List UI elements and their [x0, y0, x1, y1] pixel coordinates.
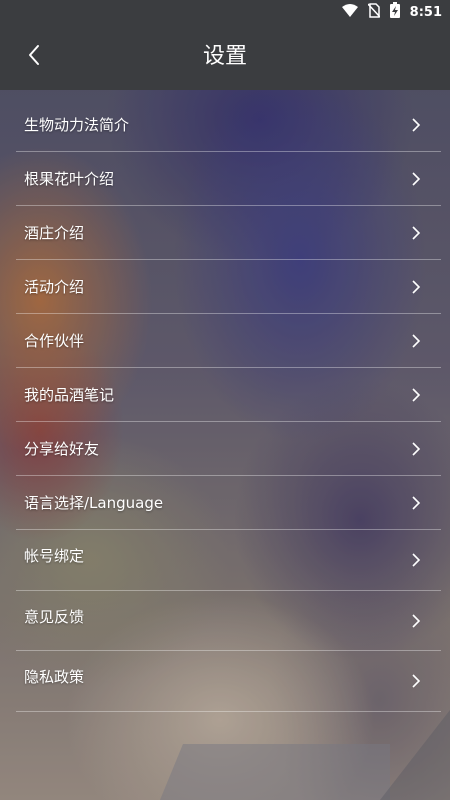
chevron-right-icon [412, 118, 421, 132]
chevron-right-icon [412, 172, 421, 186]
menu-item-label: 分享给好友 [24, 440, 100, 458]
menu-item-biodynamic-intro[interactable]: 生物动力法简介 [16, 98, 441, 152]
status-time: 8:51 [409, 4, 442, 20]
no-sim-icon [367, 2, 381, 22]
page-title: 设置 [202, 44, 247, 69]
menu-item-root-fruit-flower-leaf[interactable]: 根果花叶介绍 [16, 152, 441, 206]
menu-item-label: 根果花叶介绍 [24, 170, 115, 188]
menu-item-partners[interactable]: 合作伙伴 [16, 314, 441, 368]
menu-item-label: 合作伙伴 [24, 332, 85, 350]
menu-item-label: 语言选择/Language [24, 494, 164, 512]
menu-item-language[interactable]: 语言选择/Language [16, 476, 441, 530]
menu-item-label: 我的品酒笔记 [24, 386, 115, 404]
menu-item-tasting-notes[interactable]: 我的品酒笔记 [16, 368, 441, 422]
chevron-left-icon [27, 44, 41, 70]
menu-item-account-binding[interactable]: 帐号绑定 [16, 530, 441, 591]
menu-item-label: 酒庄介绍 [24, 224, 85, 242]
settings-screen: 8:51 设置 生物动力法简介 根果花叶介绍 酒庄介绍 活动介绍 合作伙伴 我的… [0, 0, 450, 800]
chevron-right-icon [412, 334, 421, 348]
menu-item-label: 生物动力法简介 [24, 116, 130, 134]
menu-item-winery-intro[interactable]: 酒庄介绍 [16, 206, 441, 260]
settings-menu: 生物动力法简介 根果花叶介绍 酒庄介绍 活动介绍 合作伙伴 我的品酒笔记 分享给… [16, 98, 441, 712]
menu-item-label: 活动介绍 [24, 278, 85, 296]
chevron-right-icon [412, 496, 421, 510]
status-icons: 8:51 [341, 2, 442, 22]
chevron-right-icon [412, 613, 421, 628]
status-bar: 8:51 [0, 0, 450, 24]
menu-item-privacy-policy[interactable]: 隐私政策 [16, 651, 441, 712]
chevron-right-icon [412, 280, 421, 294]
chevron-right-icon [412, 226, 421, 240]
battery-charging-icon [389, 2, 400, 22]
decorative-bottom-panel [160, 744, 390, 800]
menu-item-feedback[interactable]: 意见反馈 [16, 591, 441, 651]
chevron-right-icon [412, 674, 421, 688]
chevron-right-icon [412, 388, 421, 402]
chevron-right-icon [412, 442, 421, 456]
back-button[interactable] [14, 37, 54, 77]
menu-item-events-intro[interactable]: 活动介绍 [16, 260, 441, 314]
wifi-icon [341, 3, 358, 22]
menu-item-label: 隐私政策 [24, 668, 85, 686]
menu-item-share[interactable]: 分享给好友 [16, 422, 441, 476]
app-header: 设置 [0, 24, 450, 90]
menu-item-label: 帐号绑定 [24, 547, 85, 565]
chevron-right-icon [412, 553, 421, 567]
menu-item-label: 意见反馈 [24, 607, 85, 626]
